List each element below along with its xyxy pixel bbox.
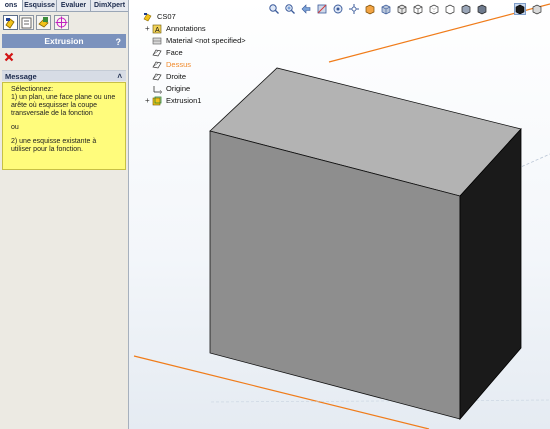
previous-view-button[interactable] — [300, 3, 312, 15]
message-box: Sélectionnez: 1) un plan, une face plane… — [2, 82, 126, 170]
tree-item-label: Face — [166, 48, 183, 57]
annotations-icon: A — [152, 24, 162, 34]
view-orientation-button[interactable] — [348, 3, 360, 15]
apply-scene-button[interactable] — [412, 3, 424, 15]
material-icon — [152, 37, 162, 45]
feature-manager-tab[interactable] — [3, 15, 18, 30]
shaded-button[interactable] — [476, 3, 488, 15]
dynamic-annotation-button[interactable] — [332, 3, 344, 15]
part-icon — [143, 13, 152, 22]
message-header[interactable]: Message ˄ — [2, 70, 126, 81]
configuration-manager-tab[interactable] — [36, 15, 51, 30]
tab-dimxpert[interactable]: DimXpert — [91, 0, 128, 11]
message-line: 1) un plan, une face plane ou une — [11, 94, 116, 101]
edit-appearance-button[interactable] — [396, 3, 408, 15]
tab-evaluate[interactable]: Evaluer — [57, 0, 91, 11]
view-settings-icon — [429, 4, 439, 15]
message-line: utiliser pour la fonction. — [11, 146, 83, 153]
plane-icon — [152, 49, 162, 57]
tree-item-label: Extrusion1 — [166, 96, 202, 105]
active-view-button[interactable] — [514, 3, 526, 15]
message-line: 2) une esquisse existante à — [11, 138, 97, 145]
feature-title: Extrusion — [44, 36, 84, 46]
property-manager-title: Extrusion ? — [2, 34, 126, 48]
tab-sketch[interactable]: Esquisse — [23, 0, 57, 11]
section-view-icon — [317, 4, 327, 14]
tree-item-label: Droite — [166, 72, 187, 81]
origin-icon — [153, 86, 162, 94]
extra-icon — [532, 4, 542, 15]
configuration-icon — [38, 17, 49, 28]
command-manager-tabs: ons Esquisse Evaluer DimXpert — [0, 0, 128, 12]
crosshair-icon — [55, 16, 68, 29]
hide-show-icon — [381, 4, 391, 15]
view-settings-button[interactable] — [428, 3, 440, 15]
zoom-to-fit-button[interactable] — [268, 3, 280, 15]
zoom-area-icon — [285, 4, 295, 14]
help-button[interactable]: ? — [116, 35, 122, 49]
view-orientation-icon — [349, 4, 359, 14]
tree-item-label: Annotations — [166, 24, 206, 33]
property-list-icon — [21, 17, 32, 29]
message-line: arête où esquisser la coupe — [11, 102, 97, 109]
extrude-feature-icon — [152, 96, 162, 106]
tree-item-label: Origine — [166, 84, 191, 93]
display-style-button[interactable] — [364, 3, 376, 15]
display-style-icon — [365, 4, 375, 15]
tree-root-label: CS07 — [157, 12, 176, 21]
model-scene — [133, 3, 550, 429]
plane-icon — [152, 61, 162, 69]
message-line: Sélectionnez: — [11, 86, 54, 93]
tab-features[interactable]: ons — [0, 0, 23, 11]
dynamic-annotation-icon — [333, 4, 343, 14]
manager-tabs — [0, 13, 128, 32]
previous-view-icon — [301, 4, 311, 14]
hide-show-button[interactable] — [380, 3, 392, 15]
close-icon — [4, 52, 14, 62]
message-line: transversale de la fonction — [11, 110, 93, 117]
message-header-label: Message — [5, 72, 37, 81]
cancel-button[interactable] — [4, 52, 14, 62]
expand-plus-icon[interactable]: + — [145, 97, 151, 105]
svg-text:A: A — [155, 27, 160, 34]
shaded-icon — [477, 4, 487, 15]
tree-item-label-selected: Dessus — [166, 60, 192, 69]
tree-item-label: Material <not specified> — [166, 36, 246, 45]
feature-tree-icon — [5, 18, 15, 29]
apply-scene-icon — [413, 4, 423, 15]
hidden-edge-line — [210, 399, 550, 403]
extra-view-button[interactable] — [531, 3, 543, 15]
zoom-to-fit-icon — [269, 4, 279, 14]
expand-plus-icon[interactable]: + — [145, 25, 151, 33]
zoom-area-button[interactable] — [284, 3, 296, 15]
shaded-edges-icon — [461, 4, 471, 15]
hidden-lines-button[interactable] — [444, 3, 456, 15]
edit-appearance-icon — [397, 4, 407, 15]
hidden-lines-icon — [445, 4, 455, 15]
shaded-edges-button[interactable] — [460, 3, 472, 15]
message-or: ou — [11, 124, 19, 131]
property-manager-tab[interactable] — [19, 15, 34, 30]
graphics-area[interactable] — [129, 0, 550, 429]
dimxpert-manager-tab[interactable] — [54, 15, 69, 30]
section-view-button[interactable] — [316, 3, 328, 15]
shaded-with-edges-icon — [515, 4, 525, 15]
plane-icon — [152, 73, 162, 81]
property-manager-panel: ons Esquisse Evaluer DimXpert Extrusion … — [0, 0, 131, 429]
collapse-chevron-icon[interactable]: ˄ — [117, 71, 122, 82]
